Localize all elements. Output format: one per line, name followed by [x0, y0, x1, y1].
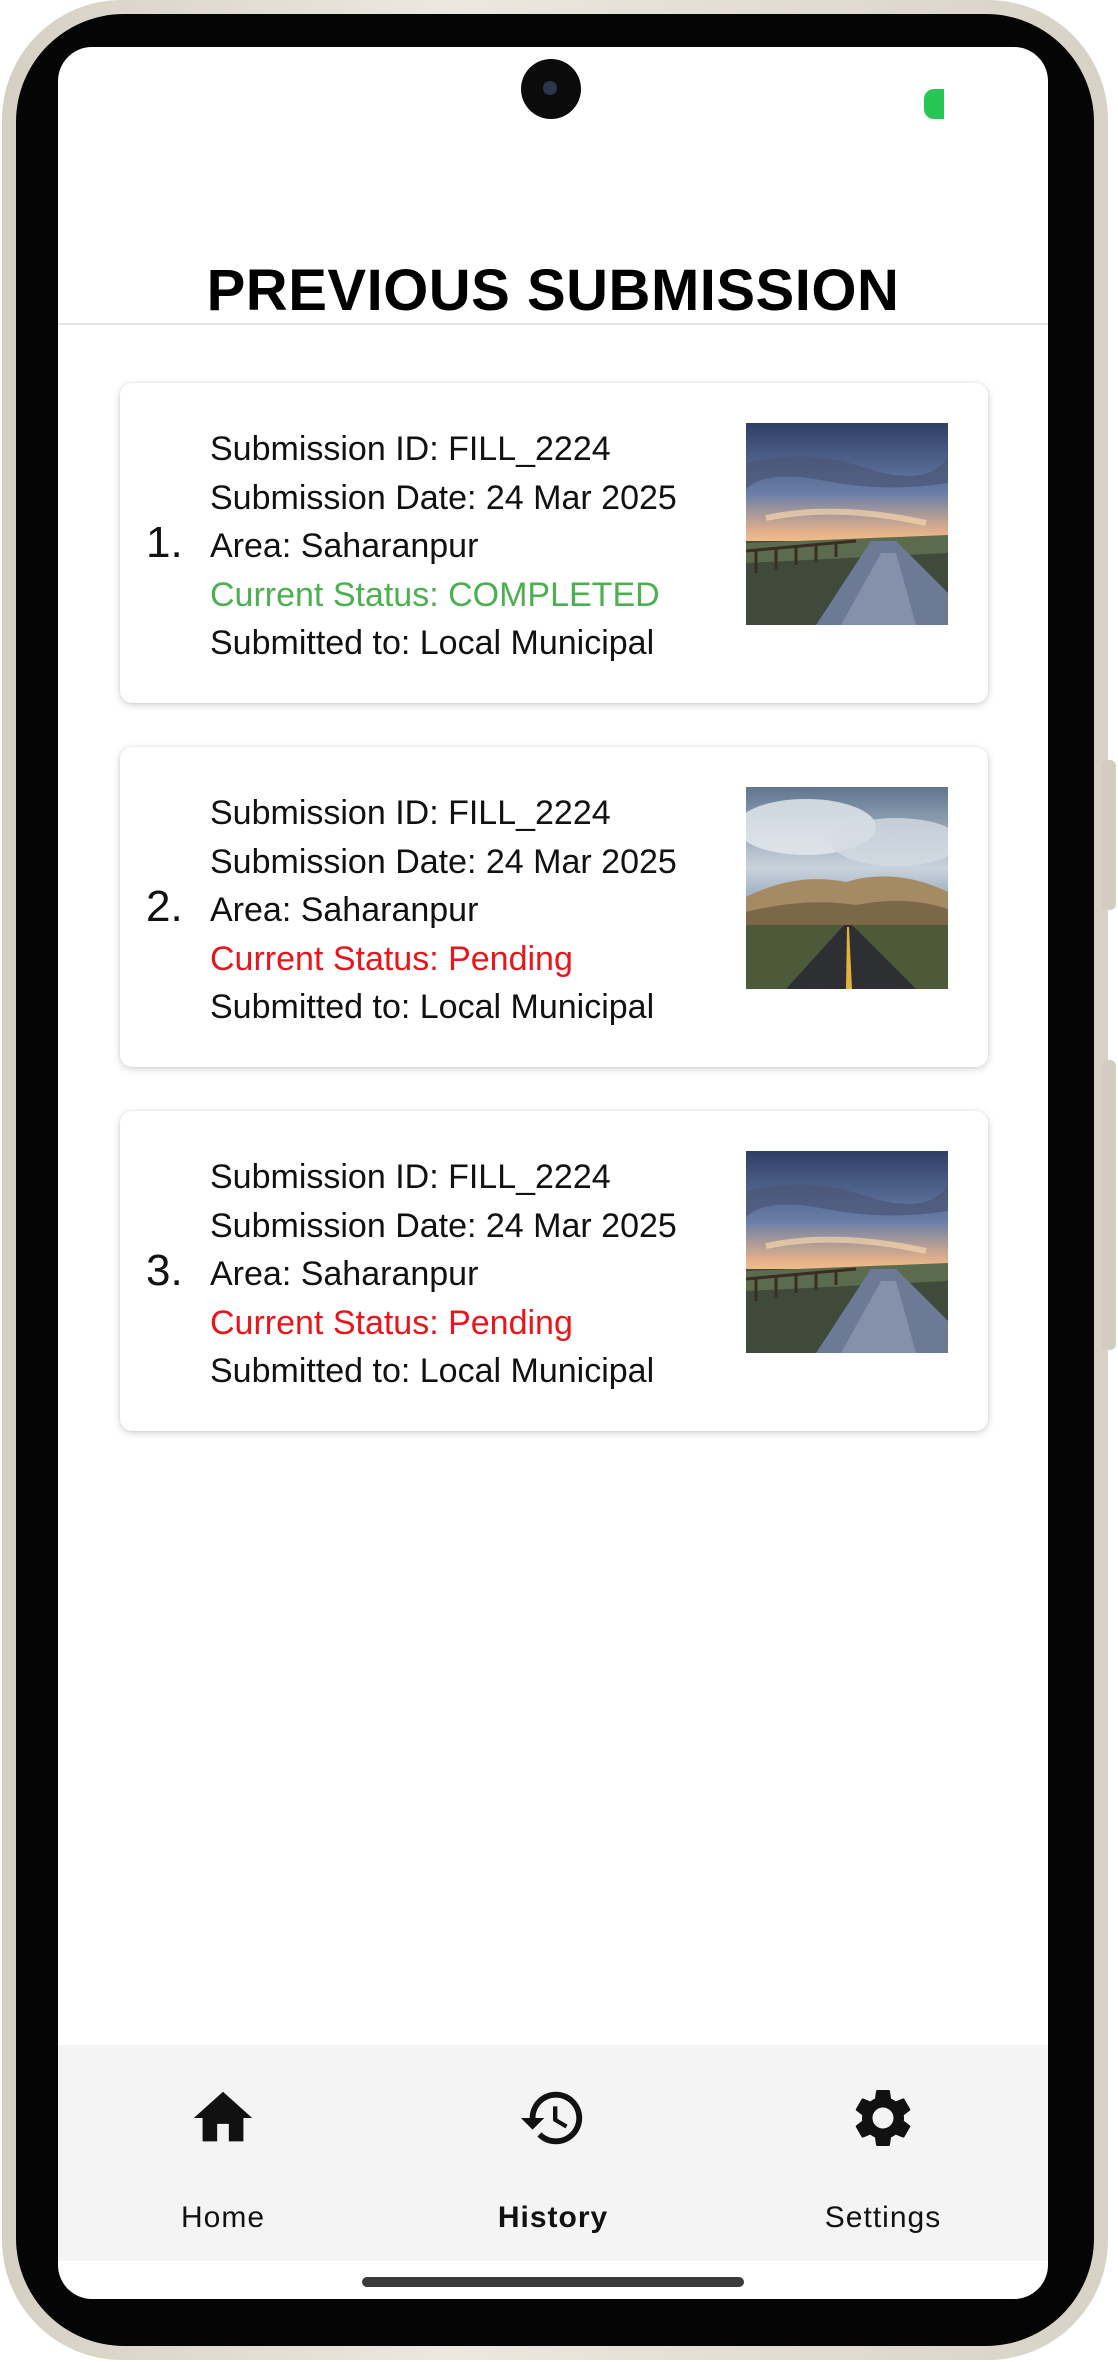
- submitted-to: Submitted to: Local Municipal: [210, 624, 655, 662]
- app-screen: PREVIOUS SUBMISSION 1. Submission ID: FI…: [58, 47, 1048, 2299]
- submission-index: 1.: [146, 518, 183, 567]
- gear-icon: [855, 2090, 911, 2146]
- submission-card[interactable]: 2. Submission ID: FILL_2224 Submission D…: [120, 747, 988, 1067]
- submission-date: Submission Date: 24 Mar 2025: [210, 842, 677, 881]
- page-title: PREVIOUS SUBMISSION: [206, 258, 900, 323]
- submission-id: Submission ID: FILL_2224: [210, 1158, 611, 1196]
- bottom-nav: Home History Settings: [58, 2045, 1048, 2261]
- status-badge: Current Status: COMPLETED: [210, 575, 660, 614]
- submission-details: Submission ID: FILL_2224 Submission Date…: [210, 425, 677, 668]
- home-indicator[interactable]: [362, 2277, 744, 2287]
- submission-details: Submission ID: FILL_2224 Submission Date…: [210, 1153, 677, 1396]
- submission-id: Submission ID: FILL_2224: [210, 430, 611, 468]
- submission-area: Area: Saharanpur: [210, 527, 479, 565]
- submission-details: Submission ID: FILL_2224 Submission Date…: [210, 789, 677, 1032]
- submission-area: Area: Saharanpur: [210, 891, 479, 929]
- submitted-to: Submitted to: Local Municipal: [210, 1352, 655, 1390]
- submission-index: 3.: [146, 1246, 183, 1295]
- nav-item-home[interactable]: Home: [58, 2045, 388, 2261]
- submission-card[interactable]: 1. Submission ID: FILL_2224 Submission D…: [120, 383, 988, 703]
- submission-date: Submission Date: 24 Mar 2025: [210, 478, 677, 517]
- nav-item-settings[interactable]: Settings: [718, 2045, 1048, 2261]
- road-sunset-photo[interactable]: [746, 1151, 948, 1353]
- submission-card[interactable]: 3. Submission ID: FILL_2224 Submission D…: [120, 1111, 988, 1431]
- status-badge: Current Status: Pending: [210, 1303, 573, 1342]
- submission-id: Submission ID: FILL_2224: [210, 794, 611, 832]
- submission-index: 2.: [146, 882, 183, 931]
- submission-area: Area: Saharanpur: [210, 1255, 479, 1293]
- nav-label-history: History: [497, 2201, 609, 2234]
- home-icon: [193, 2091, 253, 2142]
- history-icon: [520, 2091, 583, 2145]
- power-button: [1102, 1060, 1116, 1350]
- battery-indicator-icon: [924, 89, 944, 119]
- submitted-to: Submitted to: Local Municipal: [210, 988, 655, 1026]
- status-badge: Current Status: Pending: [210, 939, 573, 978]
- submission-date: Submission Date: 24 Mar 2025: [210, 1206, 677, 1245]
- nav-label-settings: Settings: [824, 2201, 942, 2234]
- nav-item-history[interactable]: History: [388, 2045, 718, 2261]
- nav-label-home: Home: [180, 2201, 266, 2234]
- volume-button: [1102, 760, 1116, 910]
- front-camera: [521, 59, 581, 119]
- app-header: PREVIOUS SUBMISSION: [58, 197, 1048, 325]
- highway-cloudy-photo[interactable]: [746, 787, 948, 989]
- road-sunset-photo[interactable]: [746, 423, 948, 625]
